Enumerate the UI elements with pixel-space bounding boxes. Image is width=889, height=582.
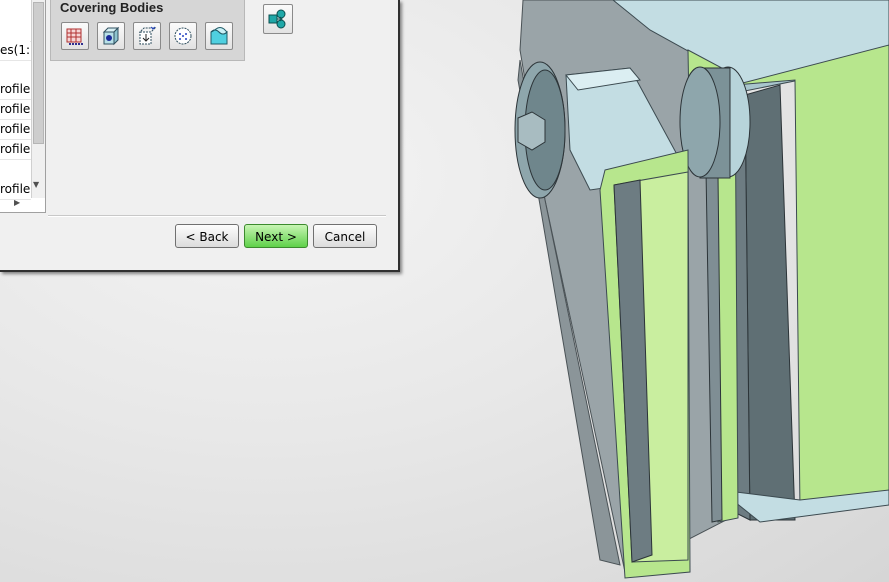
circle-points-button[interactable] [169, 22, 197, 50]
wavy-surface-icon [210, 27, 228, 45]
next-button[interactable]: Next > [244, 224, 308, 248]
back-button[interactable]: < Back [175, 224, 239, 248]
vertical-scrollbar[interactable]: ▼ [31, 0, 45, 198]
body-select-button[interactable] [263, 4, 293, 34]
divider [48, 215, 386, 217]
wizard-dialog: ≡ es(1: rofile rofile rofile rofile rofi… [0, 0, 400, 272]
group-title: Covering Bodies [60, 0, 164, 15]
scroll-down-icon[interactable]: ▼ [33, 180, 39, 189]
scroll-right-icon[interactable]: ▶ [14, 198, 20, 207]
mesh-grid-icon [66, 28, 83, 45]
feature-list[interactable]: ≡ es(1: rofile rofile rofile rofile rofi… [0, 0, 46, 213]
solid-body-button[interactable] [97, 22, 125, 50]
body-select-icon [268, 9, 286, 29]
cube-arrow-icon [138, 26, 157, 45]
list-item[interactable]: rofile [0, 140, 31, 160]
list-item[interactable]: es(1: [0, 41, 31, 61]
cube-arrow-button[interactable] [133, 22, 161, 50]
scrollbar-thumb[interactable] [33, 2, 44, 144]
list-item[interactable]: rofile [0, 120, 31, 140]
solid-body-icon [102, 26, 120, 46]
wavy-surface-button[interactable] [205, 22, 233, 50]
mesh-grid-button[interactable] [61, 22, 89, 50]
list-item[interactable]: rofile [0, 100, 31, 120]
covering-bodies-group: Covering Bodies [50, 0, 245, 61]
cancel-button[interactable]: Cancel [313, 224, 377, 248]
circle-points-icon [174, 27, 192, 45]
list-item[interactable]: rofile [0, 180, 31, 200]
list-item[interactable]: rofile [0, 80, 31, 100]
